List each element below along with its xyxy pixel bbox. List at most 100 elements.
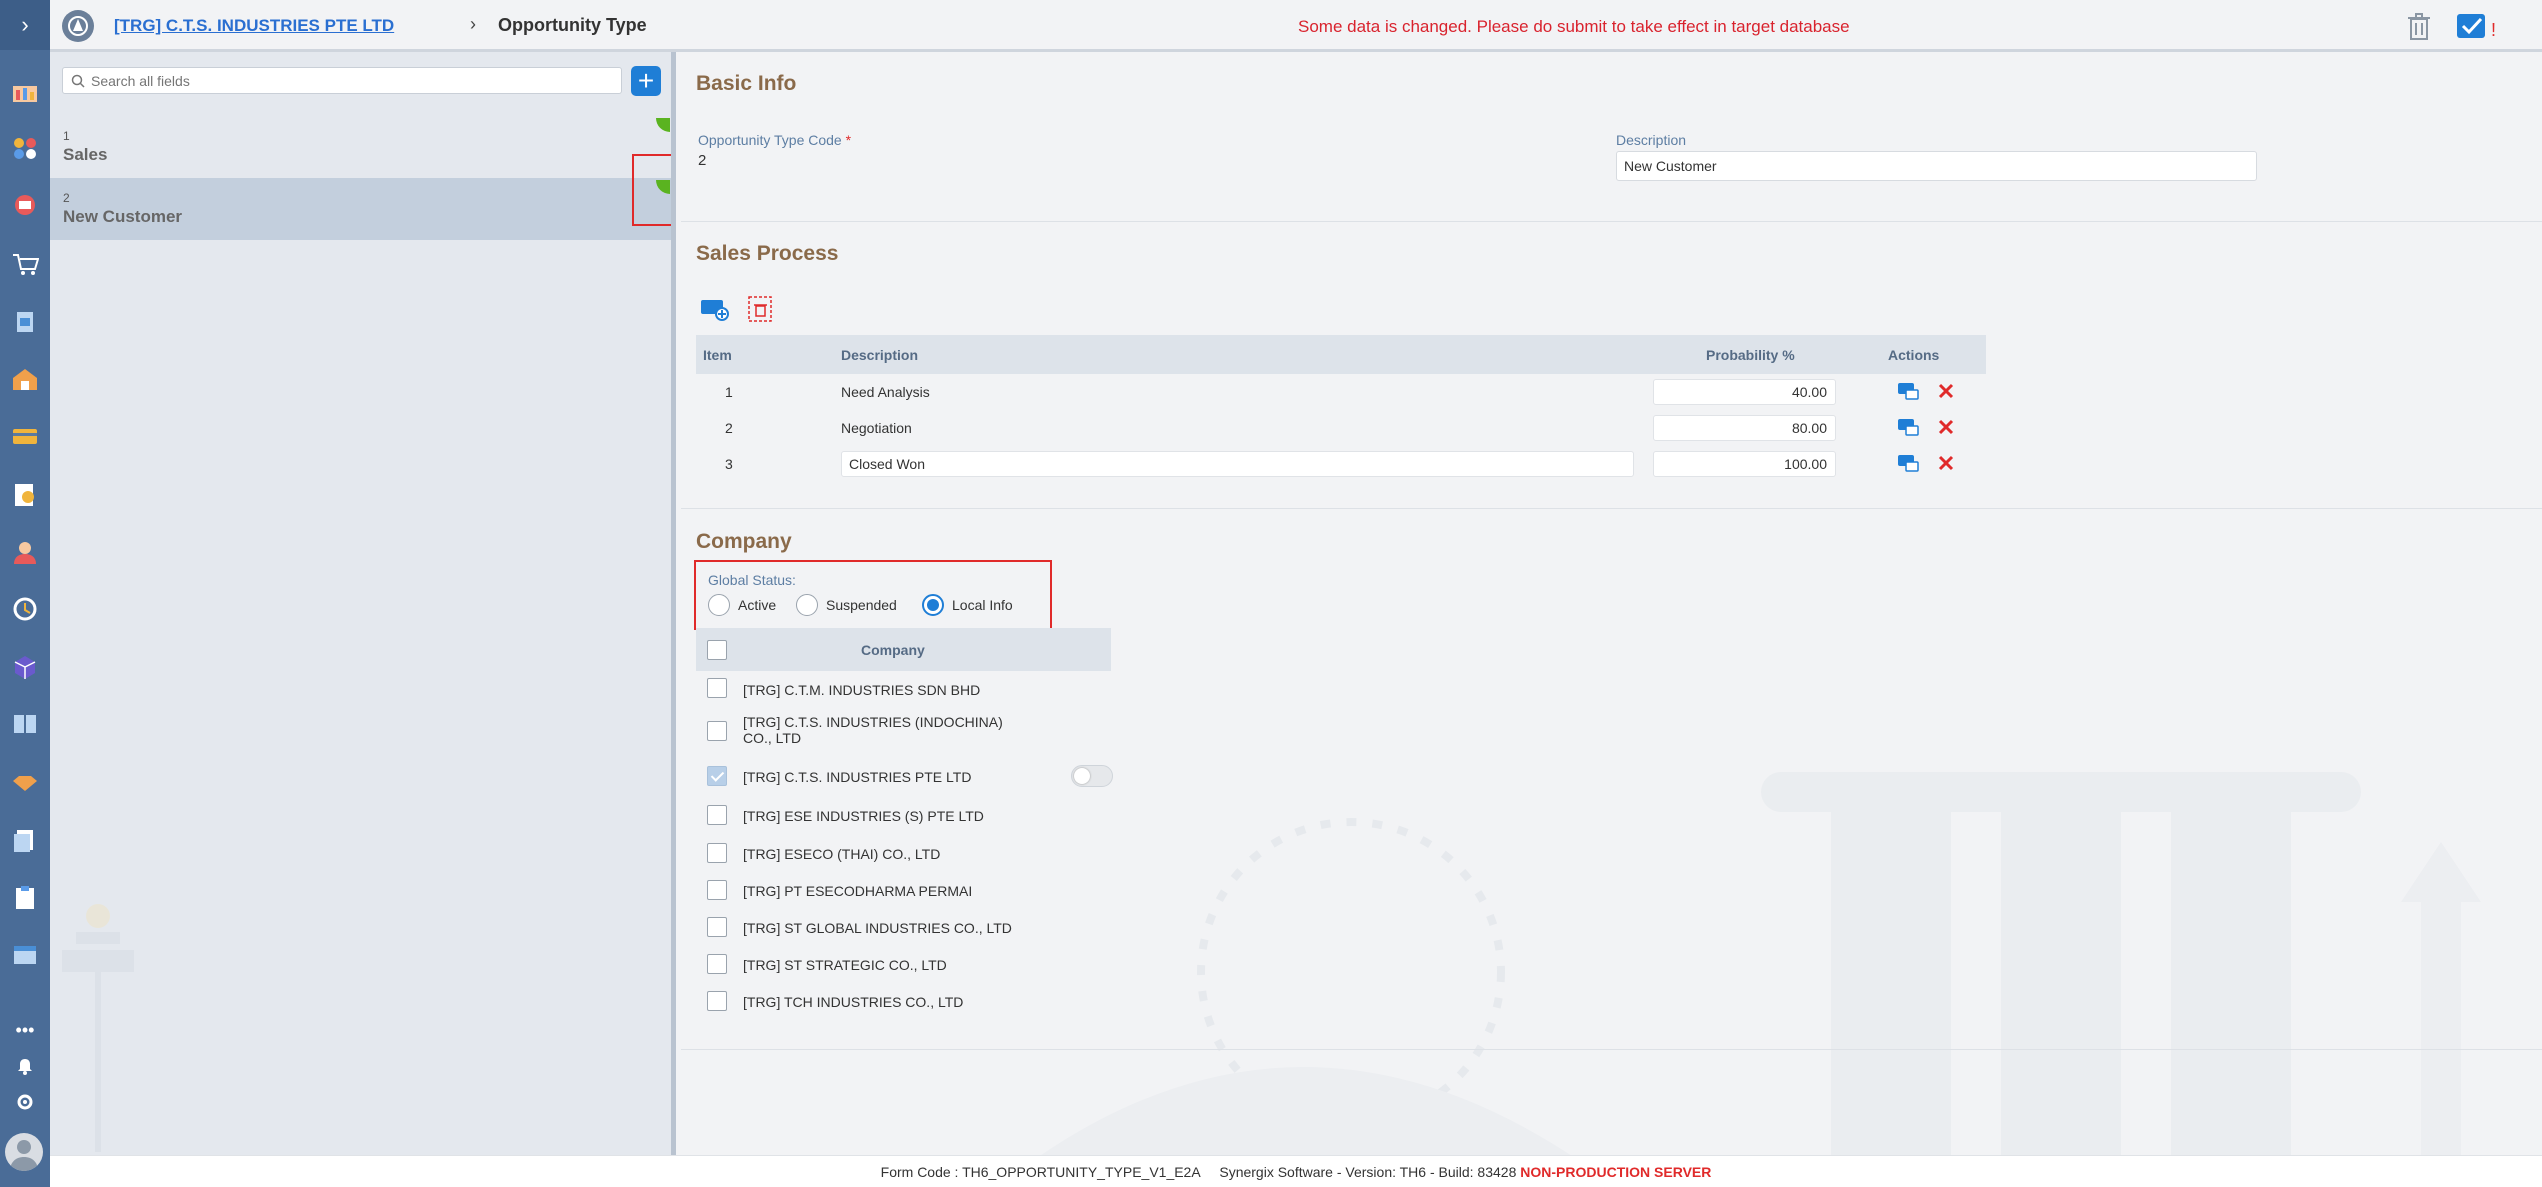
expand-menu-icon[interactable]: ›: [0, 0, 50, 50]
delete-row-icon[interactable]: [1937, 418, 1955, 436]
divider: [681, 508, 2542, 509]
radio-label: Suspended: [826, 597, 897, 613]
warehouse-icon[interactable]: [0, 350, 50, 408]
sync-icon[interactable]: [0, 580, 50, 638]
table-row: 3 Closed Won 100.00: [696, 446, 1986, 482]
highlight-box: [632, 154, 671, 226]
report-icon[interactable]: [0, 984, 50, 998]
radio-active[interactable]: Active: [708, 594, 776, 616]
edit-row-icon[interactable]: [1897, 418, 1919, 436]
add-row-icon[interactable]: [700, 297, 730, 321]
global-status-label: Global Status:: [708, 572, 796, 588]
company-toggle[interactable]: [1071, 765, 1113, 787]
footer-info: Form Code : TH6_OPPORTUNITY_TYPE_V1_E2A …: [880, 1164, 1517, 1180]
app-rail: › •••: [0, 0, 50, 1187]
radio-label: Active: [738, 597, 777, 613]
row-checkbox[interactable]: [707, 954, 727, 974]
company-table: Company [TRG] C.T.M. INDUSTRIES SDN BHD …: [696, 628, 1113, 1020]
hr-icon[interactable]: [0, 523, 50, 581]
delete-rows-icon[interactable]: [747, 295, 773, 323]
col-actions: Actions: [1888, 347, 1940, 363]
company-link[interactable]: [TRG] C.T.S. INDUSTRIES PTE LTD: [114, 16, 394, 36]
radio-local-info[interactable]: Local Info: [922, 594, 1013, 616]
documents-icon[interactable]: [0, 811, 50, 869]
row-checkbox[interactable]: [707, 991, 727, 1011]
watermark-tower-icon: [62, 904, 134, 1152]
list-item-name: Sales: [63, 145, 108, 164]
col-item: Item: [703, 347, 732, 363]
row-checkbox[interactable]: [707, 917, 727, 937]
search-input[interactable]: [91, 72, 591, 89]
row-checkbox[interactable]: [707, 880, 727, 900]
crm-icon[interactable]: [0, 177, 50, 235]
cube-icon[interactable]: [0, 638, 50, 696]
col-company: Company: [861, 642, 925, 658]
modules-icon[interactable]: [0, 120, 50, 178]
submit-check-icon: [2457, 14, 2485, 38]
edit-row-icon[interactable]: [1897, 382, 1919, 400]
radio-circle[interactable]: [708, 594, 730, 616]
select-all-checkbox[interactable]: [707, 640, 727, 660]
col-probability: Probability %: [1706, 347, 1795, 363]
row-checkbox[interactable]: [707, 721, 727, 741]
radio-label: Local Info: [952, 597, 1013, 613]
company-name: [TRG] C.T.S. INDUSTRIES (INDOCHINA) CO.,…: [743, 714, 1003, 746]
handshake-icon[interactable]: [0, 753, 50, 811]
company-row: [TRG] C.T.M. INDUSTRIES SDN BHD: [696, 671, 1111, 708]
unsaved-warning: Some data is changed. Please do submit t…: [1298, 17, 1850, 36]
cart-icon[interactable]: [0, 235, 50, 293]
search-box[interactable]: [62, 67, 622, 94]
bell-icon[interactable]: [0, 1048, 50, 1084]
inventory-icon[interactable]: [0, 292, 50, 350]
finance-icon[interactable]: [0, 465, 50, 523]
top-header: [TRG] C.T.S. INDUSTRIES PTE LTD › Opport…: [50, 0, 2542, 52]
probability-field[interactable]: 40.00: [1653, 379, 1836, 405]
row-checkbox-checked[interactable]: [707, 766, 727, 786]
window-icon[interactable]: [0, 926, 50, 984]
detail-form: Basic Info Opportunity Type Code * 2 Des…: [681, 52, 2542, 1155]
book-icon[interactable]: [0, 696, 50, 754]
company-name: [TRG] ST STRATEGIC CO., LTD: [743, 957, 947, 973]
row-checkbox[interactable]: [707, 805, 727, 825]
footer: Form Code : TH6_OPPORTUNITY_TYPE_V1_E2A …: [50, 1155, 2542, 1187]
add-record-button[interactable]: +: [631, 66, 661, 96]
probability-field[interactable]: 100.00: [1653, 451, 1836, 477]
row-checkbox[interactable]: [707, 843, 727, 863]
probability-field[interactable]: 80.00: [1653, 415, 1836, 441]
delete-row-icon[interactable]: [1937, 454, 1955, 472]
row-checkbox[interactable]: [707, 678, 727, 698]
list-item-selected[interactable]: 2 New Customer: [50, 178, 671, 240]
edit-row-icon[interactable]: [1897, 454, 1919, 472]
list-item[interactable]: 1 Sales: [50, 116, 671, 178]
clipboard-icon[interactable]: [0, 868, 50, 926]
radio-circle-selected[interactable]: [922, 594, 944, 616]
company-row: [TRG] ESE INDUSTRIES (S) PTE LTD: [696, 797, 1111, 835]
dashboard-icon[interactable]: [0, 62, 50, 120]
list-item-code: 1: [63, 129, 70, 143]
description-input[interactable]: Closed Won: [841, 451, 1634, 477]
company-name: [TRG] PT ESECODHARMA PERMAI: [743, 883, 973, 899]
description-label: Description: [1616, 132, 1687, 148]
search-icon: [71, 74, 85, 88]
description-field[interactable]: New Customer: [1616, 151, 2257, 181]
delete-row-icon[interactable]: [1937, 382, 1955, 400]
avatar[interactable]: [5, 1133, 43, 1171]
submit-button[interactable]: !: [2455, 10, 2501, 44]
radio-suspended[interactable]: Suspended: [796, 594, 897, 616]
company-row: [TRG] PT ESECODHARMA PERMAI: [696, 872, 1111, 909]
gear-icon[interactable]: [0, 1084, 50, 1120]
required-marker: *: [845, 132, 852, 148]
global-status-group: Global Status: Active Suspended Local In…: [694, 560, 1052, 630]
server-badge: NON-PRODUCTION SERVER: [1520, 1164, 1712, 1180]
company-row: [TRG] TCH INDUSTRIES CO., LTD: [696, 983, 1111, 1020]
radio-circle[interactable]: [796, 594, 818, 616]
payment-icon[interactable]: [0, 408, 50, 466]
breadcrumb-chevron-icon: ›: [470, 14, 476, 34]
more-icon[interactable]: •••: [0, 1012, 50, 1048]
company-name: [TRG] ESECO (THAI) CO., LTD: [743, 846, 941, 862]
company-row: [TRG] ST STRATEGIC CO., LTD: [696, 946, 1111, 983]
company-row: [TRG] C.T.S. INDUSTRIES (INDOCHINA) CO.,…: [696, 708, 1111, 754]
sales-process-table: Item Description Probability % Actions 1…: [696, 335, 1986, 482]
table-row: 1 Need Analysis 40.00: [696, 374, 1986, 410]
trash-icon[interactable]: [2404, 11, 2434, 43]
